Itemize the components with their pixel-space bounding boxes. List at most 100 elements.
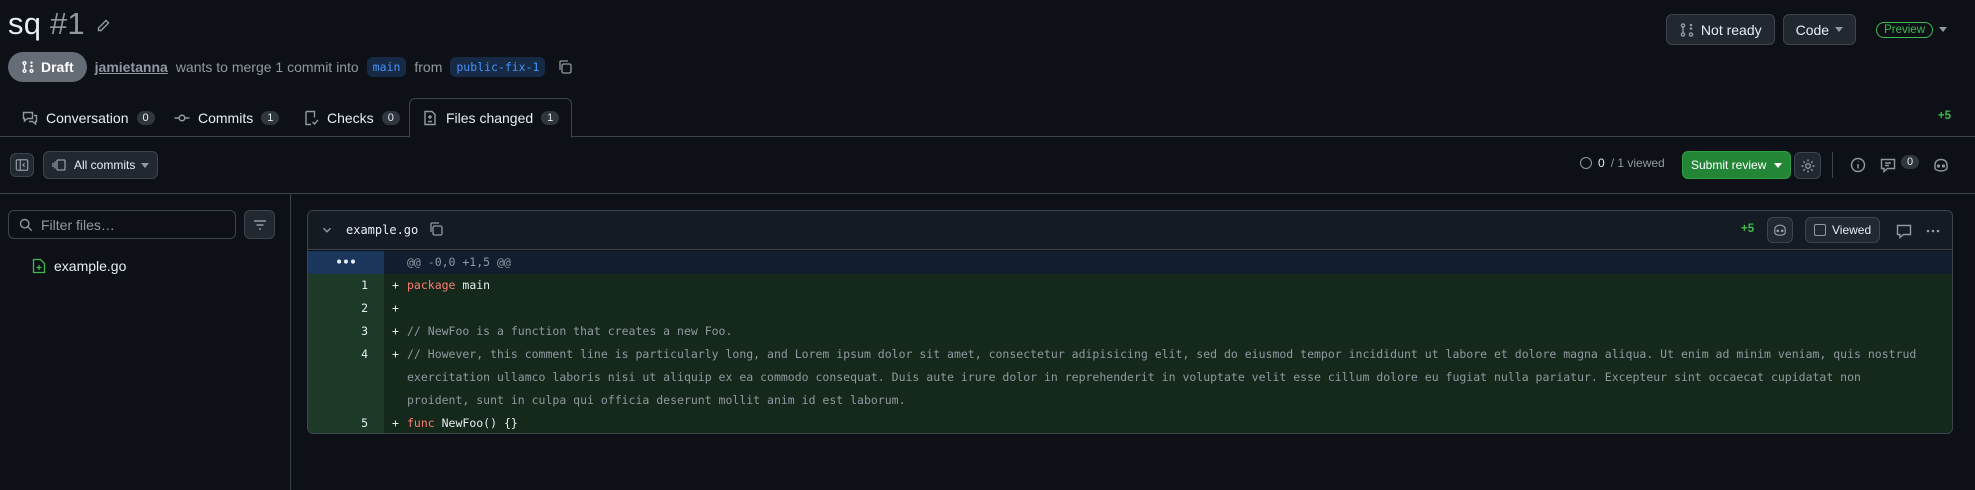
filter-placeholder: Filter files… <box>41 216 115 233</box>
git-pull-request-draft-icon <box>21 60 35 74</box>
merge-text: wants to merge 1 commit into <box>175 59 359 75</box>
not-ready-button[interactable]: Not ready <box>1665 14 1775 45</box>
copilot-icon[interactable] <box>1932 157 1950 173</box>
line-number[interactable]: 1 <box>308 274 384 297</box>
line-number[interactable]: 4 <box>308 343 384 412</box>
diff-sign: + <box>392 324 399 338</box>
sidebar-divider <box>290 194 291 490</box>
title-row: sq #1 <box>8 4 113 44</box>
expand-hunk-icon[interactable]: ••• <box>308 251 384 274</box>
chevron-down-icon <box>1774 162 1783 168</box>
viewed-checkbox[interactable]: Viewed <box>1805 217 1881 243</box>
code-comment: // NewFoo is a function that creates a n… <box>407 324 733 338</box>
diff-lines: ••• @@ -0,0 +1,5 @@ 1 + package main 2 + … <box>308 251 1952 433</box>
viewed-progress: 0 / 1 viewed <box>1580 156 1665 170</box>
copy-icon[interactable] <box>557 59 573 75</box>
file-added-icon <box>32 258 46 274</box>
diff-sign: + <box>392 347 399 361</box>
tab-files-changed[interactable]: Files changed 1 <box>409 98 573 138</box>
keyword: func <box>407 416 435 430</box>
pr-title: sq <box>8 6 42 41</box>
kebab-horizontal-icon[interactable] <box>1925 223 1941 239</box>
tab-label: Checks <box>327 109 374 126</box>
viewed-num: 0 <box>1598 156 1605 170</box>
info-icon[interactable] <box>1850 157 1866 173</box>
file-header: example.go +5 Viewed <box>308 211 1952 250</box>
all-commits-dropdown[interactable]: All commits <box>43 151 159 179</box>
tab-commits[interactable]: Commits 1 <box>162 98 291 137</box>
file-name[interactable]: example.go <box>346 223 418 237</box>
preview-badge: Preview <box>1876 21 1933 38</box>
filter-icon[interactable] <box>244 210 275 239</box>
hunk-row: ••• @@ -0,0 +1,5 @@ <box>308 251 1952 274</box>
diff-line: 4 + // However, this comment line is part… <box>308 343 1952 412</box>
diff-sign: + <box>392 416 399 430</box>
diff-line: 5 + func NewFoo() {} <box>308 412 1952 433</box>
code-label: Code <box>1795 21 1830 38</box>
viewed-text: / 1 viewed <box>1610 156 1665 170</box>
pr-meta: Draft jamietanna wants to merge 1 commit… <box>8 51 573 83</box>
author-link[interactable]: jamietanna <box>95 59 168 75</box>
chevron-down-icon <box>1939 27 1947 32</box>
progress-circle-icon <box>1580 157 1592 169</box>
gear-icon[interactable] <box>1794 152 1821 179</box>
tab-label: Files changed <box>446 110 534 126</box>
code-comment: // However, this comment line is particu… <box>407 347 1924 407</box>
comment-icon[interactable] <box>1880 157 1896 173</box>
hunk-header: @@ -0,0 +1,5 @@ <box>384 251 1952 274</box>
chevron-down-icon <box>1835 27 1844 32</box>
copilot-icon[interactable] <box>1767 217 1793 243</box>
base-branch[interactable]: main <box>366 57 407 77</box>
keyword: package <box>407 278 456 292</box>
submit-review-button[interactable]: Submit review <box>1682 151 1792 179</box>
line-number[interactable]: 2 <box>308 297 384 320</box>
preview-toggle[interactable]: Preview <box>1876 21 1947 38</box>
comment-icon[interactable] <box>1896 223 1912 239</box>
copy-icon[interactable] <box>428 221 444 237</box>
status-badge: Draft <box>8 52 87 82</box>
tab-checks[interactable]: Checks 0 <box>291 98 412 137</box>
file-additions: +5 <box>1741 223 1755 235</box>
code-text: main <box>455 278 491 292</box>
from-text: from <box>414 59 443 75</box>
tab-label: Commits <box>198 109 254 126</box>
comment-discussion-icon <box>22 110 38 126</box>
file-diff: example.go +5 Viewed ••• @@ -0,0 +1,5 @@… <box>307 210 1953 434</box>
line-number[interactable]: 3 <box>308 320 384 343</box>
search-icon <box>19 218 33 232</box>
status-label: Draft <box>41 59 74 75</box>
line-number[interactable]: 5 <box>308 412 384 433</box>
additions-total: +5 <box>1937 110 1951 122</box>
diff-sign: + <box>392 278 399 292</box>
pr-number: #1 <box>49 6 85 41</box>
pr-tabs: Conversation 0 Commits 1 Checks 0 Files … <box>0 98 1975 138</box>
not-ready-label: Not ready <box>1700 21 1762 38</box>
files-toolbar: All commits 0 / 1 viewed Submit review 0 <box>0 148 1975 190</box>
tab-conversation[interactable]: Conversation 0 <box>10 98 167 137</box>
toolbar-divider <box>0 193 1975 194</box>
file-tree-label: example.go <box>54 258 127 274</box>
diff-line: 1 + package main <box>308 274 1952 297</box>
sidebar-collapse-icon[interactable] <box>10 153 34 177</box>
tab-count: 1 <box>541 111 560 125</box>
diff-line: 3 + // NewFoo is a function that creates … <box>308 320 1952 343</box>
head-branch[interactable]: public-fix-1 <box>450 57 546 77</box>
tab-count: 1 <box>261 110 280 125</box>
top-actions: Not ready Code Preview <box>1665 14 1947 45</box>
filter-files-input[interactable]: Filter files… <box>8 210 236 239</box>
submit-review-label: Submit review <box>1691 158 1767 172</box>
file-tree-item[interactable]: example.go <box>32 258 126 274</box>
diff-sign: + <box>392 301 399 315</box>
toolbar-divider <box>1832 152 1833 178</box>
all-commits-label: All commits <box>74 158 136 172</box>
checklist-icon <box>303 110 319 126</box>
comments-count: 0 <box>1901 155 1920 169</box>
pencil-icon[interactable] <box>95 18 113 36</box>
code-text: NewFoo() {} <box>434 416 518 430</box>
tab-count: 0 <box>381 110 400 125</box>
code-button[interactable]: Code <box>1782 14 1857 45</box>
tab-count: 0 <box>136 110 155 125</box>
file-diff-icon <box>422 110 438 126</box>
chevron-down-icon[interactable] <box>320 223 334 237</box>
diff-line: 2 + <box>308 297 1952 320</box>
